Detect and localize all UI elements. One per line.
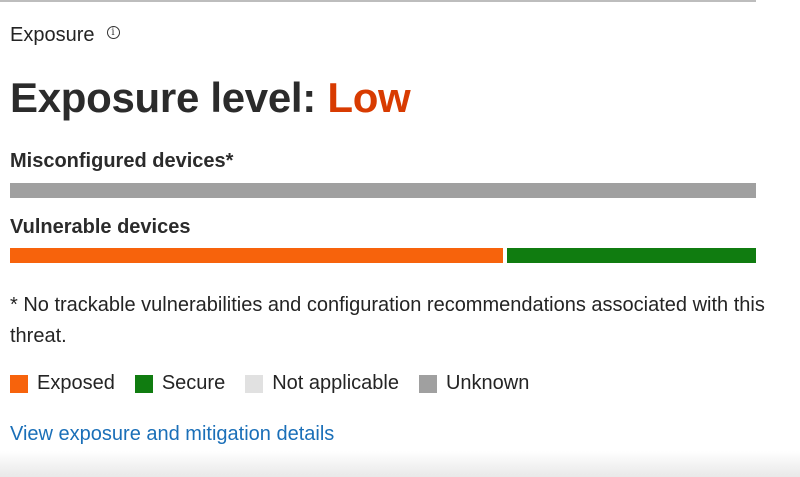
section-header: Exposure i: [10, 24, 120, 47]
exposure-level-value: Low: [327, 74, 411, 121]
legend: Exposed Secure Not applicable Unknown: [10, 372, 549, 395]
vulnerable-segment-secure[interactable]: [507, 248, 756, 263]
legend-swatch: [245, 374, 264, 393]
misconfigured-segment-unknown[interactable]: [10, 183, 756, 198]
info-icon[interactable]: i: [106, 26, 120, 39]
footnote-text: * No trackable vulnerabilities and confi…: [10, 294, 765, 347]
exposure-level-label: Exposure level:: [10, 74, 316, 121]
bottom-fade: [0, 451, 800, 477]
misconfigured-devices-bar[interactable]: [10, 183, 756, 198]
legend-item-secure: Secure: [134, 372, 226, 395]
legend-item-not-applicable: Not applicable: [245, 372, 399, 395]
legend-label: Not applicable: [272, 372, 399, 394]
vulnerable-devices-bar[interactable]: [10, 248, 756, 263]
legend-item-unknown: Unknown: [418, 372, 530, 395]
exposure-level-heading: Exposure level: Low: [10, 74, 411, 122]
legend-label: Secure: [161, 372, 226, 394]
vulnerable-segment-exposed[interactable]: [10, 248, 504, 263]
vulnerable-devices-label: Vulnerable devices: [10, 216, 191, 238]
misconfigured-devices-label: Misconfigured devices*: [10, 150, 234, 172]
legend-swatch: [418, 374, 437, 393]
legend-swatch: [134, 374, 153, 393]
legend-item-exposed: Exposed: [10, 372, 115, 395]
legend-swatch: [10, 374, 28, 393]
top-divider: [0, 0, 756, 2]
section-title: Exposure: [10, 24, 95, 46]
legend-label: Exposed: [37, 372, 115, 394]
legend-label: Unknown: [445, 372, 530, 394]
view-exposure-details-link[interactable]: View exposure and mitigation details: [10, 423, 334, 446]
